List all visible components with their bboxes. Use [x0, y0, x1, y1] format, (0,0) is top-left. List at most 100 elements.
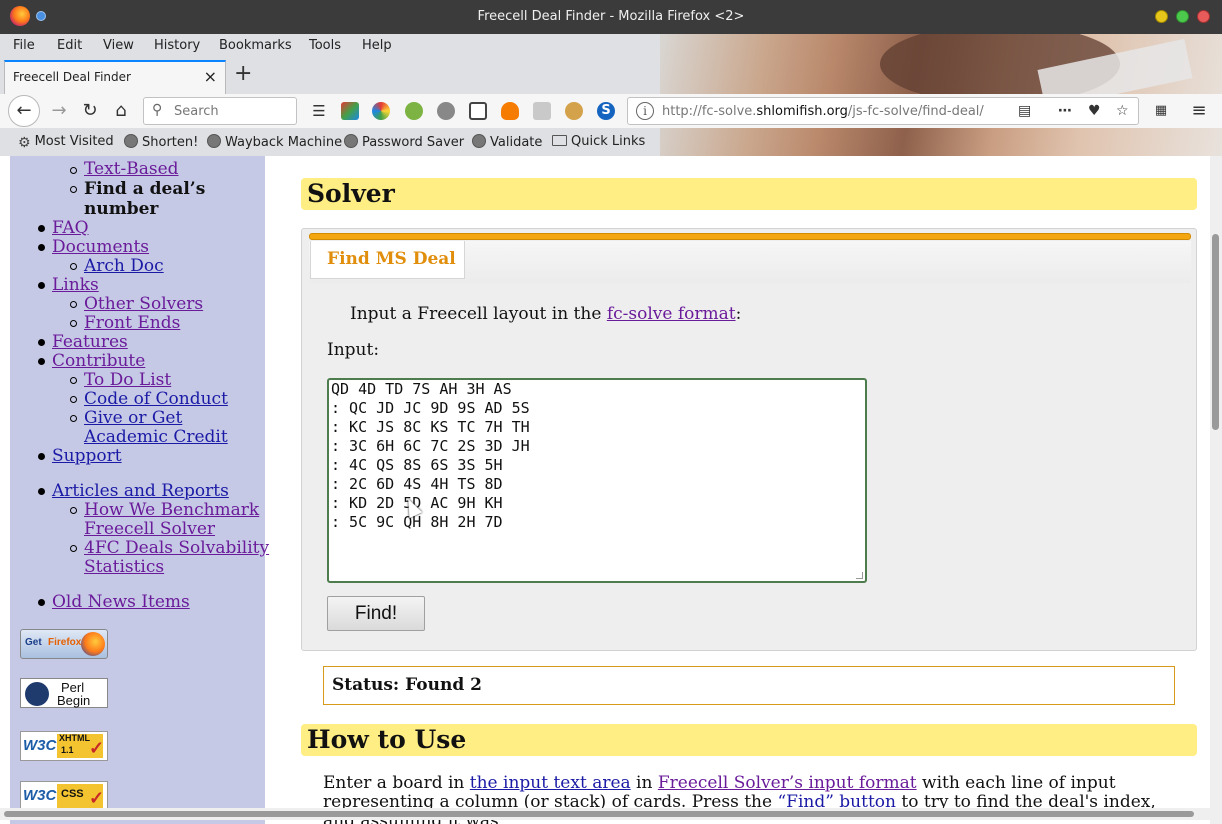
reload-button[interactable]: ↻ — [77, 98, 103, 124]
extension-icon-6[interactable] — [533, 102, 551, 120]
minimize-button[interactable] — [1155, 10, 1168, 23]
bookmarks-toolbar: ⚙ Most Visited Shorten! Wayback Machine P… — [0, 128, 1222, 156]
extension-icon-9[interactable]: ▦ — [1148, 98, 1174, 124]
extension-icon-4[interactable] — [437, 102, 455, 120]
search-input[interactable]: ⚲ Search — [143, 97, 297, 125]
forward-button[interactable]: → — [46, 98, 72, 124]
extension-icon-3[interactable] — [405, 102, 423, 120]
globe-icon — [207, 134, 221, 148]
sidebar-item-documents[interactable]: Documents — [52, 237, 149, 257]
extension-icon-7[interactable] — [565, 102, 583, 120]
w3c-css-badge[interactable]: W3C CSS ✓ — [20, 781, 108, 811]
sidebar-item-links[interactable]: Links — [52, 275, 99, 295]
sidebar-item-text-based[interactable]: Text-Based — [84, 159, 179, 179]
bookmark-quick-links[interactable]: Quick Links — [552, 134, 645, 149]
search-placeholder: Search — [174, 104, 219, 119]
sidebar-item-contribute[interactable]: Contribute — [52, 351, 145, 371]
page-actions-icon[interactable]: ⋯ — [1058, 103, 1072, 119]
howto-heading-bar: How to Use — [301, 724, 1197, 756]
bookmark-password-saver[interactable]: Password Saver — [344, 134, 464, 150]
sidebar-toggle-icon[interactable] — [469, 102, 487, 120]
browser-tab[interactable]: Freecell Deal Finder × — [4, 60, 226, 94]
menu-edit[interactable]: Edit — [57, 38, 82, 53]
extension-icon-8[interactable]: S — [597, 102, 615, 120]
sidebar-item-academic-credit[interactable]: Give or Get — [84, 408, 182, 428]
status-box: Status: Found 2 — [323, 666, 1175, 705]
input-format-link[interactable]: Freecell Solver’s input format — [658, 773, 917, 793]
bookmark-shorten[interactable]: Shorten! — [124, 134, 198, 150]
extension-icon-2[interactable] — [372, 102, 390, 120]
tab-close-icon[interactable]: × — [204, 67, 217, 86]
vertical-scrollbar[interactable] — [1210, 156, 1222, 824]
horizontal-scrollbar[interactable] — [0, 808, 1210, 820]
sidebar-item-4fc-stats-cont[interactable]: Statistics — [84, 557, 164, 577]
site-sidebar: Text-Based Find a deal’s number FAQ Docu… — [10, 156, 269, 824]
navigation-toolbar: ← → ↻ ⌂ ⚲ Search ☰ S i http://fc-solve.s… — [0, 94, 1222, 128]
menu-history[interactable]: History — [154, 38, 200, 53]
address-bar[interactable]: i http://fc-solve.shlomifish.org/js-fc-s… — [627, 97, 1139, 125]
menu-bar: File Edit View History Bookmarks Tools H… — [0, 34, 1222, 58]
sidebar-item-benchmark-cont[interactable]: Freecell Solver — [84, 519, 215, 539]
board-line: : 4C QS 8S 6S 3S 5H — [331, 456, 503, 474]
firefox-logo-icon — [81, 632, 105, 656]
gear-icon: ⚙ — [18, 135, 31, 151]
menu-view[interactable]: View — [103, 38, 134, 53]
menu-help[interactable]: Help — [362, 38, 392, 53]
menu-file[interactable]: File — [13, 38, 35, 53]
sidebar-item-4fc-stats[interactable]: 4FC Deals Solvability — [84, 538, 269, 558]
board-line: QD 4D TD 7S AH 3H AS — [331, 380, 512, 398]
bookmark-wayback[interactable]: Wayback Machine — [207, 134, 342, 150]
extension-icon-5[interactable] — [501, 102, 519, 120]
sidebar-item-features[interactable]: Features — [52, 332, 128, 352]
window-titlebar: Freecell Deal Finder - Mozilla Firefox <… — [0, 0, 1222, 34]
bookmark-most-visited[interactable]: ⚙ Most Visited — [18, 134, 114, 151]
sidebar-item-other-solvers[interactable]: Other Solvers — [84, 294, 203, 314]
sidebar-item-faq[interactable]: FAQ — [52, 218, 89, 238]
browser-chrome: File Edit View History Bookmarks Tools H… — [0, 34, 1222, 156]
resize-grip-icon[interactable] — [856, 572, 863, 579]
menu-bookmarks[interactable]: Bookmarks — [219, 38, 292, 53]
sidebar-item-arch-doc[interactable]: Arch Doc — [84, 256, 164, 276]
sidebar-item-code-of-conduct[interactable]: Code of Conduct — [84, 389, 228, 409]
sidebar-item-benchmark[interactable]: How We Benchmark — [84, 500, 259, 520]
new-tab-button[interactable]: + — [234, 61, 252, 86]
sidebar-item-academic-credit-cont[interactable]: Academic Credit — [84, 427, 228, 447]
pocket-icon[interactable]: ♥ — [1088, 103, 1101, 119]
howto-heading: How to Use — [307, 725, 467, 754]
board-line: : 3C 6H 6C 7C 2S 3D JH — [331, 437, 530, 455]
input-area-link[interactable]: the input text area — [470, 773, 631, 793]
perl-begin-badge[interactable]: Perl Begin — [20, 678, 108, 708]
board-input-textarea[interactable]: QD 4D TD 7S AH 3H AS : QC JD JC 9D 9S AD… — [327, 378, 867, 583]
sidebar-item-old-news[interactable]: Old News Items — [52, 592, 190, 612]
back-button[interactable]: ← — [8, 95, 40, 127]
globe-icon — [124, 134, 138, 148]
get-firefox-badge[interactable]: Get Firefox — [20, 629, 108, 659]
menu-tools[interactable]: Tools — [309, 38, 341, 53]
close-window-button[interactable] — [1197, 10, 1210, 23]
sidebar-item-articles[interactable]: Articles and Reports — [52, 481, 229, 501]
tab-find-ms-deal[interactable]: Find MS Deal — [310, 241, 465, 279]
url-text[interactable]: http://fc-solve.shlomifish.org/js-fc-sol… — [662, 104, 984, 119]
main-menu-icon[interactable]: ≡ — [1186, 98, 1212, 124]
home-button[interactable]: ⌂ — [108, 98, 134, 124]
fc-solve-format-link[interactable]: fc-solve format — [607, 304, 736, 324]
panel-accent-stripe — [309, 233, 1191, 240]
sidebar-item-support[interactable]: Support — [52, 446, 122, 466]
globe-icon — [472, 134, 486, 148]
bookmark-star-icon[interactable]: ☆ — [1116, 103, 1129, 119]
sidebar-item-front-ends[interactable]: Front Ends — [84, 313, 180, 333]
site-info-icon[interactable]: i — [636, 102, 654, 120]
maximize-button[interactable] — [1176, 10, 1189, 23]
extension-icon-1[interactable] — [341, 102, 359, 120]
board-line: : KC JS 8C KS TC 7H TH — [331, 418, 530, 436]
reader-view-icon[interactable]: ▤ — [1018, 103, 1031, 119]
bookmark-validate[interactable]: Validate — [472, 134, 542, 150]
sidebar-item-find-deal: Find a deal’s — [84, 179, 206, 199]
status-text: Status: Found 2 — [332, 675, 482, 695]
library-icon[interactable]: ☰ — [306, 98, 332, 124]
input-label: Input: — [327, 340, 380, 360]
board-line: : 2C 6D 4S 4H TS 8D — [331, 475, 503, 493]
find-button[interactable]: Find! — [327, 596, 425, 631]
sidebar-item-todo[interactable]: To Do List — [84, 370, 171, 390]
w3c-xhtml-badge[interactable]: W3C XHTML 1.1 ✓ — [20, 731, 108, 761]
